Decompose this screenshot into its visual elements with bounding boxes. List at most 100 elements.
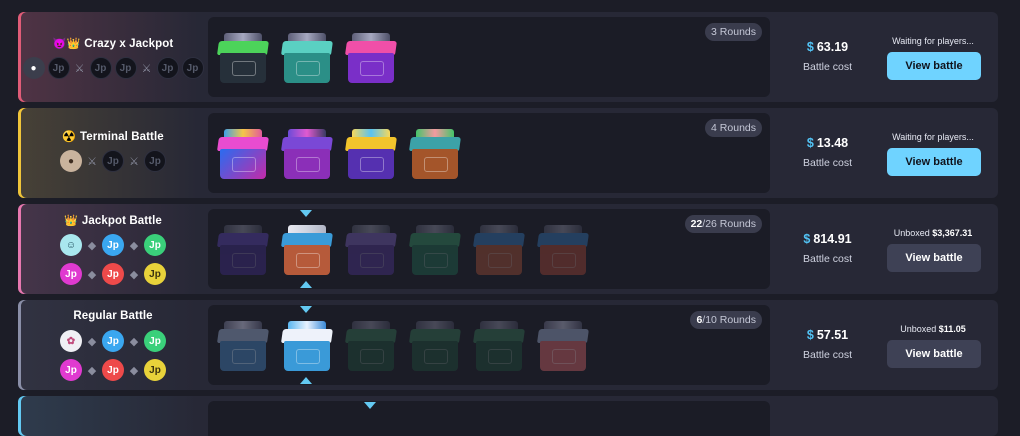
player-avatar[interactable]: Jp xyxy=(102,359,124,381)
battle-title: Crazy x Jackpot xyxy=(84,38,174,50)
crossed-swords-icon: ⚔ xyxy=(141,62,152,75)
battle-cost-label: Battle cost xyxy=(802,157,853,169)
battle-cost: $814.91 Battle cost xyxy=(770,204,885,294)
case-icon xyxy=(406,225,464,277)
rounds-badge: 22/26 Rounds xyxy=(684,215,762,233)
view-battle-button[interactable]: View battle xyxy=(887,148,981,176)
case-icon xyxy=(214,129,272,181)
player-avatar[interactable]: ● xyxy=(22,57,45,79)
battle-row[interactable]: ☢️ Terminal Battle ● ⚔ Jp ⚔ Jp 4 Rounds $… xyxy=(18,108,998,198)
battle-row[interactable]: 😈👑 Crazy x Jackpot ● Jp ⚔ Jp Jp ⚔ Jp Jp 3… xyxy=(18,12,998,102)
battle-row[interactable] xyxy=(18,396,998,436)
battle-status: Unboxed $11.05 xyxy=(900,324,966,334)
battle-status: Unboxed $3,367.31 xyxy=(893,228,973,238)
rounds-badge: 6/10 Rounds xyxy=(690,311,762,329)
player-avatar[interactable]: Jp xyxy=(144,359,166,381)
empty-player-slot[interactable]: Jp xyxy=(102,150,124,172)
case-icon xyxy=(470,321,528,373)
empty-player-slot[interactable]: Jp xyxy=(114,57,137,79)
diamond-icon: ◆ xyxy=(87,335,97,348)
player-avatar[interactable]: Jp xyxy=(102,234,124,256)
player-avatar[interactable]: Jp xyxy=(60,263,82,285)
case-icon xyxy=(342,129,400,181)
battle-title: Jackpot Battle xyxy=(81,215,162,227)
current-case-marker xyxy=(300,281,312,288)
case-icon xyxy=(278,321,336,373)
battle-mode: 👑 Jackpot Battle ☺ ◆ Jp ◆ Jp Jp ◆ Jp ◆ Jp xyxy=(18,204,208,294)
diamond-icon: ◆ xyxy=(129,268,139,281)
empty-player-slot[interactable]: Jp xyxy=(181,57,204,79)
player-avatar[interactable]: ● xyxy=(60,150,82,172)
empty-player-slot[interactable]: Jp xyxy=(156,57,179,79)
unboxed-value: $11.05 xyxy=(938,324,966,334)
case-icon xyxy=(278,129,336,181)
dollar-icon: $ xyxy=(806,328,814,342)
battle-mode: Regular Battle ✿ ◆ Jp ◆ Jp Jp ◆ Jp ◆ Jp xyxy=(18,300,208,390)
battle-status: Waiting for players... xyxy=(892,132,974,142)
view-battle-button[interactable]: View battle xyxy=(887,52,981,80)
battle-actions: Unboxed $3,367.31 View battle xyxy=(885,204,981,294)
cases-strip: 6/10 Rounds xyxy=(208,305,770,385)
player-avatar[interactable]: ✿ xyxy=(60,330,82,352)
battle-price: 63.19 xyxy=(816,40,849,54)
unboxed-value: $3,367.31 xyxy=(932,228,973,238)
cases-strip: 4 Rounds xyxy=(208,113,770,193)
dollar-icon: $ xyxy=(806,40,814,54)
diamond-icon: ◆ xyxy=(129,239,139,252)
crossed-swords-icon: ⚔ xyxy=(87,155,97,168)
battle-cost-label: Battle cost xyxy=(802,253,853,265)
battle-title: Regular Battle xyxy=(73,310,153,322)
player-slots: ✿ ◆ Jp ◆ Jp Jp ◆ Jp ◆ Jp xyxy=(18,329,208,382)
battle-cost-label: Battle cost xyxy=(802,61,853,73)
battle-actions: Unboxed $11.05 View battle xyxy=(885,300,981,390)
case-icon xyxy=(278,33,336,85)
battle-actions: Waiting for players... View battle xyxy=(885,108,981,198)
case-icon xyxy=(214,225,272,277)
current-case-marker xyxy=(300,306,312,313)
crown-icon: 👑 xyxy=(64,215,78,227)
crossed-swords-icon: ⚔ xyxy=(74,62,85,75)
player-avatar[interactable]: Jp xyxy=(102,330,124,352)
empty-player-slot[interactable]: Jp xyxy=(144,150,166,172)
player-avatar[interactable]: Jp xyxy=(144,234,166,256)
case-icon xyxy=(342,321,400,373)
player-avatar[interactable]: Jp xyxy=(144,263,166,285)
current-case-marker xyxy=(300,210,312,217)
player-slots: ● Jp ⚔ Jp Jp ⚔ Jp Jp xyxy=(18,56,208,80)
battle-status: Waiting for players... xyxy=(892,36,974,46)
case-icon xyxy=(342,33,400,85)
view-battle-button[interactable]: View battle xyxy=(887,244,981,272)
battle-mode: ☢️ Terminal Battle ● ⚔ Jp ⚔ Jp xyxy=(18,108,208,198)
case-icon xyxy=(214,321,272,373)
crossed-swords-icon: ⚔ xyxy=(129,155,139,168)
rounds-badge: 4 Rounds xyxy=(705,119,762,137)
player-avatar[interactable]: ☺ xyxy=(60,234,82,256)
diamond-icon: ◆ xyxy=(87,268,97,281)
player-slots: ☺ ◆ Jp ◆ Jp Jp ◆ Jp ◆ Jp xyxy=(18,233,208,286)
battle-title: Terminal Battle xyxy=(80,131,164,143)
current-case-marker xyxy=(364,402,376,409)
battle-cost: $63.19 Battle cost xyxy=(770,12,885,102)
battle-price: 814.91 xyxy=(813,232,852,246)
view-battle-button[interactable]: View battle xyxy=(887,340,981,368)
battle-cost: $57.51 Battle cost xyxy=(770,300,885,390)
diamond-icon: ◆ xyxy=(129,335,139,348)
empty-player-slot[interactable]: Jp xyxy=(89,57,112,79)
rounds-badge: 3 Rounds xyxy=(705,23,762,41)
player-avatar[interactable]: Jp xyxy=(144,330,166,352)
cases-strip: 22/26 Rounds xyxy=(208,209,770,289)
case-icon xyxy=(278,225,336,277)
case-icon xyxy=(534,321,592,373)
player-avatar[interactable]: Jp xyxy=(60,359,82,381)
dollar-icon: $ xyxy=(803,232,811,246)
case-icon xyxy=(534,225,592,277)
cases-strip: 3 Rounds xyxy=(208,17,770,97)
battle-row[interactable]: Regular Battle ✿ ◆ Jp ◆ Jp Jp ◆ Jp ◆ Jp … xyxy=(18,300,998,390)
dollar-icon: $ xyxy=(806,136,814,150)
empty-player-slot[interactable]: Jp xyxy=(47,57,70,79)
case-icon xyxy=(342,225,400,277)
battle-price: 13.48 xyxy=(816,136,849,150)
devil-crown-icon: 😈👑 xyxy=(52,38,81,50)
player-avatar[interactable]: Jp xyxy=(102,263,124,285)
battle-row[interactable]: 👑 Jackpot Battle ☺ ◆ Jp ◆ Jp Jp ◆ Jp ◆ Jp… xyxy=(18,204,998,294)
